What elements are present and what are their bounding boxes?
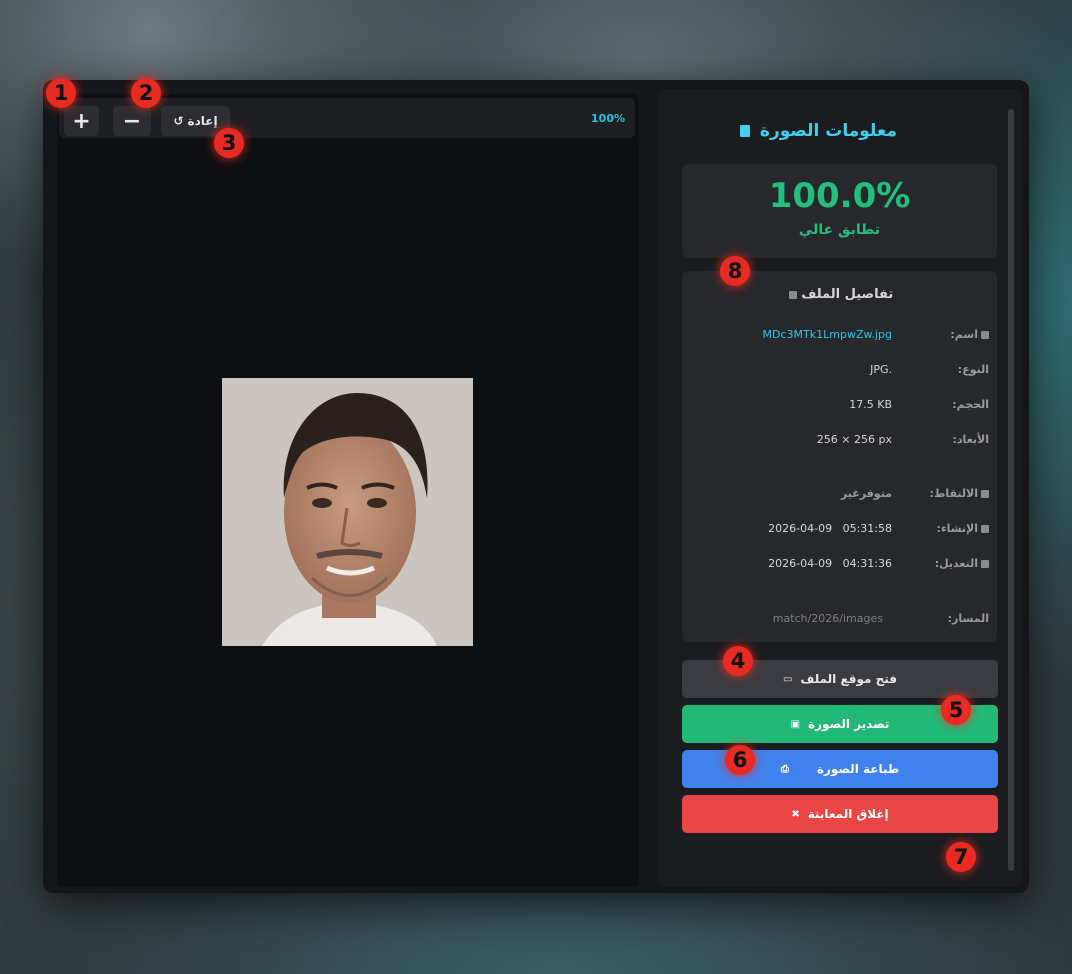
printer-icon: ⎙ (780, 763, 789, 775)
preview-photo (222, 378, 473, 646)
close-preview-button[interactable]: إغلاق المعاينة ✖ (682, 795, 998, 833)
modified-value: 2026-04-09 04:31:36 (768, 557, 892, 570)
calendar-icon (981, 525, 989, 533)
detail-row-captured: الالتقاط: متوفرغير (682, 487, 997, 507)
captured-value: متوفرغير (840, 487, 892, 500)
match-score-value: 100.0% (768, 176, 911, 216)
created-label: الإنشاء: (937, 522, 989, 535)
image-preview-window: + − ↺ إعادة 100% معلومات الصورة 100.0% ت… (43, 80, 1029, 893)
info-scrollbar[interactable] (1008, 109, 1014, 871)
image-canvas[interactable] (57, 146, 639, 887)
reset-icon: ↺ (173, 114, 184, 128)
edit-calendar-icon (981, 560, 989, 568)
detail-row-modified: التعديل: 2026-04-09 04:31:36 (682, 557, 997, 577)
annotation-marker-8: 8 (720, 256, 750, 286)
file-details-card: تفاصيل الملف اسم: MDc3MTk1LmpwZw.jpg الن… (682, 271, 997, 642)
file-name-value[interactable]: MDc3MTk1LmpwZw.jpg (763, 328, 892, 341)
camera-icon (981, 490, 989, 498)
image-info-panel: معلومات الصورة 100.0% تطابق عالي تفاصيل … (657, 89, 1023, 887)
open-location-label: فتح موقع الملف (800, 672, 898, 686)
image-viewer: + − ↺ إعادة 100% (57, 94, 639, 887)
file-icon (788, 290, 797, 299)
type-value: JPG. (870, 363, 892, 376)
type-label: النوع: (957, 363, 989, 376)
detail-row-path: المسار: match/2026/images (682, 612, 997, 632)
detail-row-created: الإنشاء: 2026-04-09 05:31:58 (682, 522, 997, 542)
annotation-marker-2: 2 (131, 78, 161, 108)
folder-icon: ▭ (782, 673, 793, 685)
name-icon (981, 331, 989, 339)
annotation-marker-3: 3 (214, 128, 244, 158)
save-icon: ▣ (790, 718, 801, 730)
detail-row-size: الحجم: 17.5 KB (682, 398, 997, 418)
file-details-title: تفاصيل الملف (682, 287, 997, 302)
detail-row-name: اسم: MDc3MTk1LmpwZw.jpg (682, 328, 997, 348)
zoom-out-button[interactable]: − (113, 106, 151, 136)
modified-label: التعديل: (935, 557, 989, 570)
path-label: المسار: (947, 612, 989, 625)
detail-row-dimensions: الأبعاد: 256 × 256 px (682, 433, 997, 453)
info-title-icon (740, 125, 750, 137)
match-score-label: تطابق عالي (798, 222, 881, 238)
size-label: الحجم: (952, 398, 989, 411)
annotation-marker-7: 7 (946, 842, 976, 872)
close-preview-label: إغلاق المعاينة (807, 807, 889, 821)
portrait-image (222, 378, 473, 646)
dimensions-label: الأبعاد: (952, 433, 989, 446)
size-value: 17.5 KB (849, 398, 892, 411)
zoom-in-button[interactable]: + (64, 106, 99, 136)
match-score-card: 100.0% تطابق عالي (682, 164, 997, 258)
created-value: 2026-04-09 05:31:58 (768, 522, 892, 535)
detail-row-type: النوع: JPG. (682, 363, 997, 383)
close-icon: ✖ (791, 808, 800, 820)
annotation-marker-6: 6 (725, 745, 755, 775)
file-details-title-text: تفاصيل الملف (801, 287, 894, 302)
name-label: اسم: (950, 328, 989, 341)
captured-label: الالتقاط: (930, 487, 989, 500)
annotation-marker-4: 4 (723, 646, 753, 676)
zoom-level-readout: 100% (591, 112, 625, 125)
reset-label: إعادة (187, 114, 218, 128)
annotation-marker-1: 1 (46, 78, 76, 108)
annotation-marker-5: 5 (941, 695, 971, 725)
panel-title: معلومات الصورة (657, 121, 977, 141)
print-image-label: طباعة الصورة (816, 762, 900, 776)
image-info-title-text: معلومات الصورة (759, 121, 897, 141)
export-image-label: تصدير الصورة (808, 717, 890, 731)
dimensions-value: 256 × 256 px (816, 433, 892, 446)
path-value: match/2026/images (772, 612, 883, 625)
